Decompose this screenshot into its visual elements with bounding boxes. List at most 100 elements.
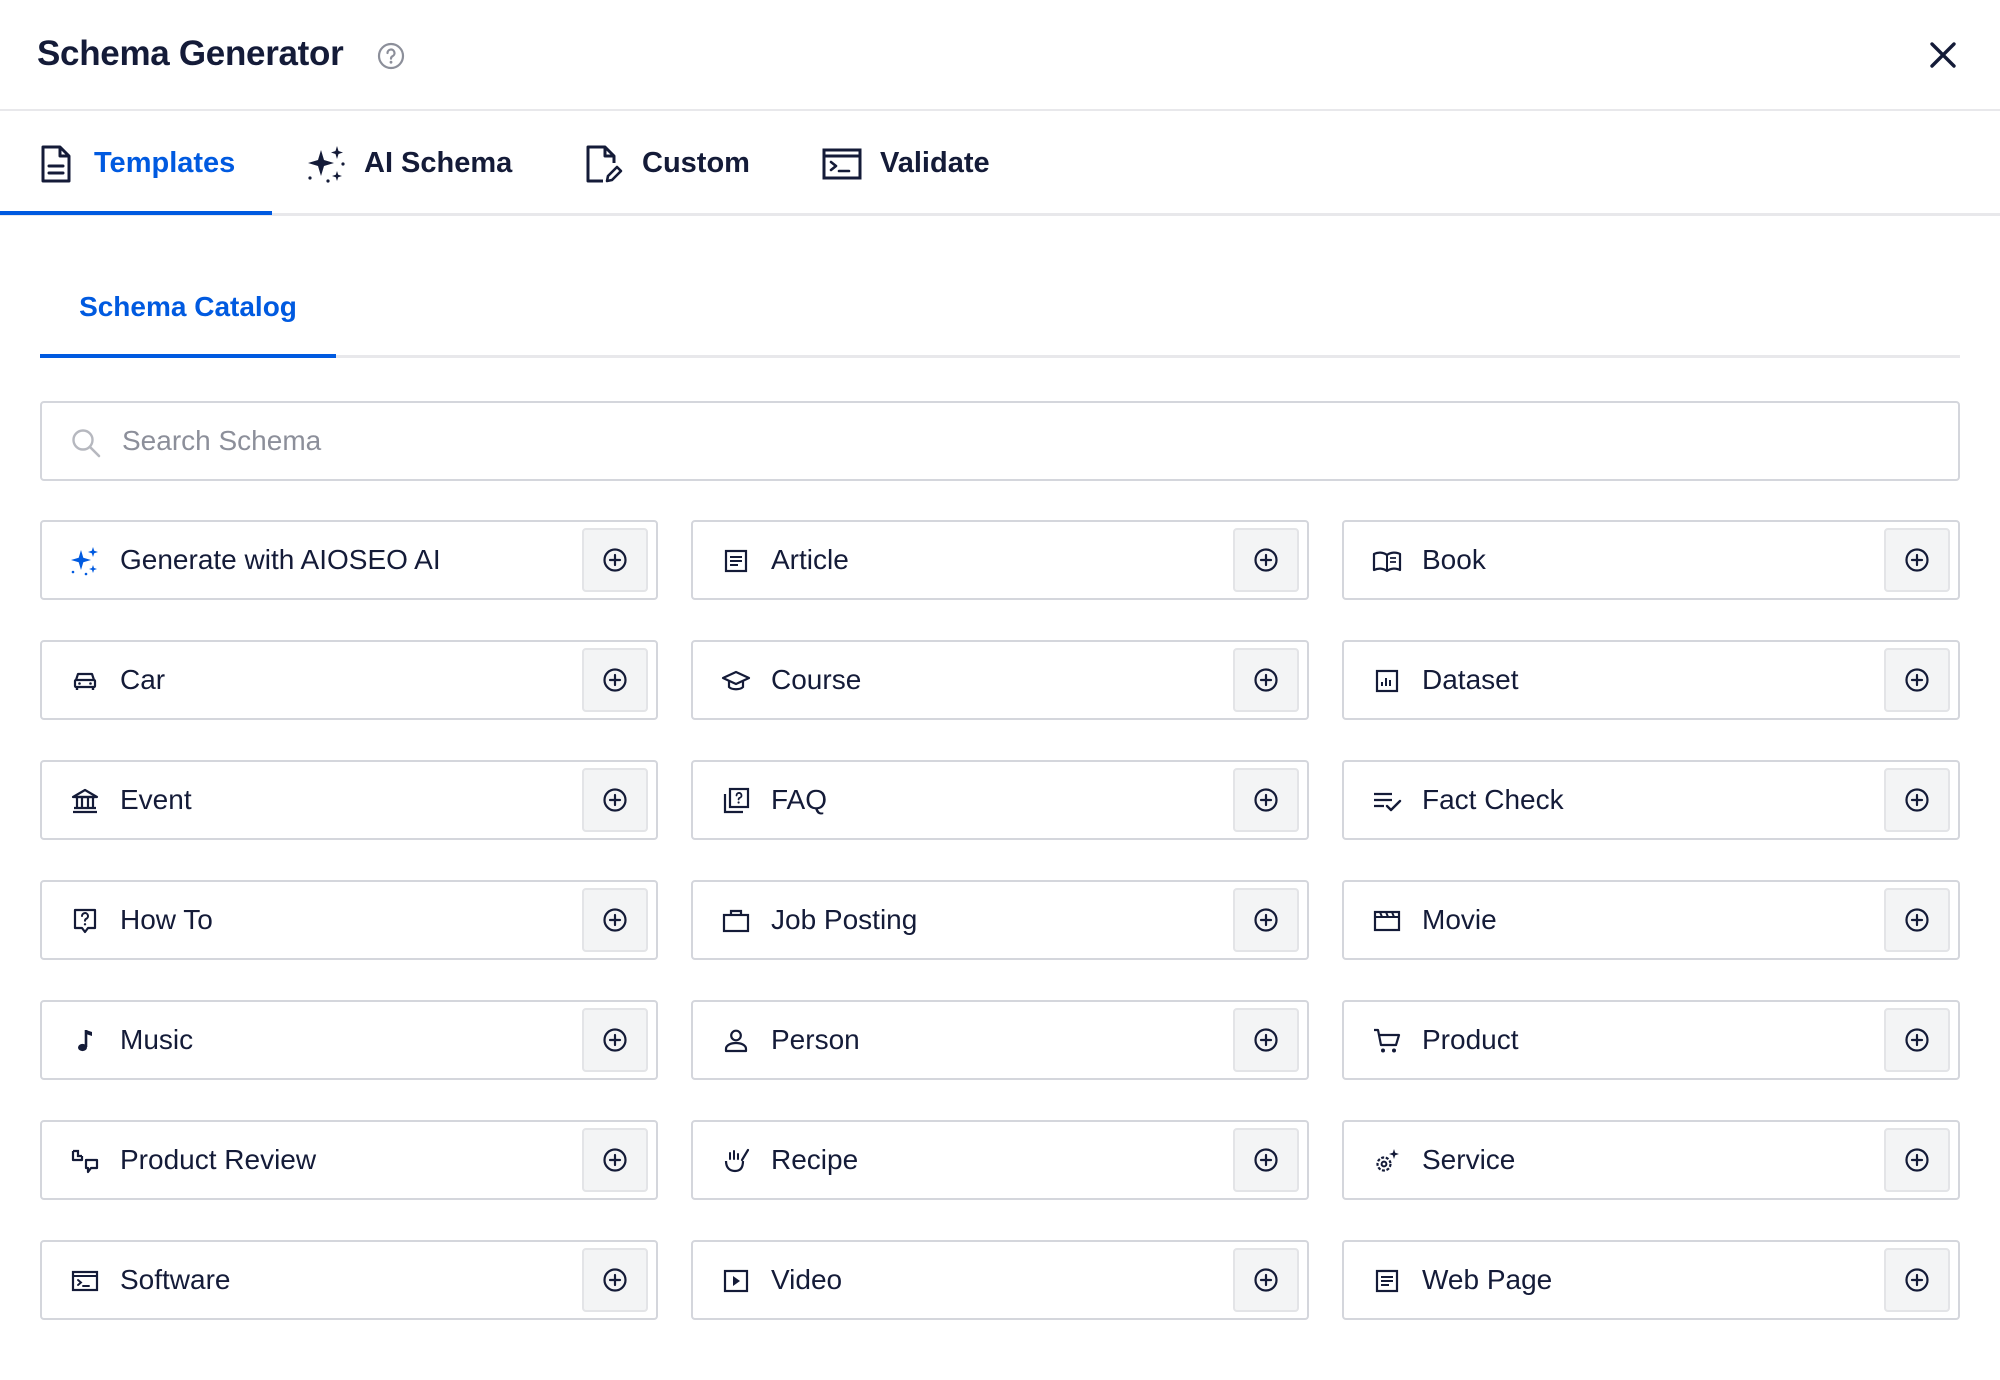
schema-card-service[interactable]: Service [1342,1120,1960,1200]
plus-circle-icon [603,1028,627,1052]
schema-card-generate-ai[interactable]: Generate with AIOSEO AI [40,520,658,600]
schema-label: Fact Check [1422,784,1564,815]
schema-card-product[interactable]: Product [1342,1000,1960,1080]
schema-label: Person [771,1024,860,1055]
plus-circle-icon [1905,1268,1929,1292]
plus-circle-icon [1254,1268,1278,1292]
music-note-icon [70,1026,100,1056]
tab-label: Templates [94,147,236,179]
schema-card-movie[interactable]: Movie [1342,880,1960,960]
add-schema-button[interactable] [582,1248,648,1312]
schema-card-person[interactable]: Person [691,1000,1309,1080]
plus-circle-icon [1905,548,1929,572]
schema-card-job-posting[interactable]: Job Posting [691,880,1309,960]
schema-card-recipe[interactable]: Recipe [691,1120,1309,1200]
close-icon[interactable] [1924,36,1962,74]
subtab-schema-catalog[interactable]: Schema Catalog [40,291,336,351]
modal-header: Schema Generator [0,0,2000,111]
schema-label: Generate with AIOSEO AI [120,544,441,575]
schema-card-music[interactable]: Music [40,1000,658,1080]
help-circle-icon[interactable] [376,41,406,71]
plus-circle-icon [603,908,627,932]
plus-circle-icon [1254,668,1278,692]
schema-card-web-page[interactable]: Web Page [1342,1240,1960,1320]
add-schema-button[interactable] [582,888,648,952]
schema-card-book[interactable]: Book [1342,520,1960,600]
add-schema-button[interactable] [1233,768,1299,832]
tab-ai-schema[interactable]: AI Schema [306,111,512,216]
terminal-icon [822,144,862,184]
plus-circle-icon [1254,1148,1278,1172]
subtab-label: Schema Catalog [79,291,297,322]
tab-label: Custom [642,147,750,179]
schema-label: Book [1422,544,1486,575]
tab-templates[interactable]: Templates [36,111,235,216]
recipe-icon [721,1146,751,1176]
schema-card-video[interactable]: Video [691,1240,1309,1320]
add-schema-button[interactable] [1884,1248,1950,1312]
dataset-icon [1372,666,1402,696]
schema-label: Video [771,1264,843,1295]
document-icon [36,144,76,184]
add-schema-button[interactable] [1884,768,1950,832]
plus-circle-icon [1254,1028,1278,1052]
cart-icon [1372,1026,1402,1056]
add-schema-button[interactable] [1233,528,1299,592]
add-schema-button[interactable] [1233,1128,1299,1192]
plus-circle-icon [603,548,627,572]
add-schema-button[interactable] [1233,648,1299,712]
web-page-icon [1372,1266,1402,1296]
schema-label: How To [120,904,213,935]
schema-card-dataset[interactable]: Dataset [1342,640,1960,720]
schema-card-article[interactable]: Article [691,520,1309,600]
schema-label: Car [120,664,166,695]
plus-circle-icon [1905,1148,1929,1172]
plus-circle-icon [1905,788,1929,812]
schema-label: Product Review [120,1144,317,1175]
article-icon [721,546,751,576]
faq-icon [721,786,751,816]
schema-card-course[interactable]: Course [691,640,1309,720]
add-schema-button[interactable] [1884,1008,1950,1072]
schema-card-faq[interactable]: FAQ [691,760,1309,840]
plus-circle-icon [1905,668,1929,692]
tab-validate[interactable]: Validate [822,111,990,216]
main-tabs: Templates AI Schema Custom Validate [0,111,2000,216]
add-schema-button[interactable] [582,1128,648,1192]
add-schema-button[interactable] [1233,1008,1299,1072]
schema-label: Movie [1422,904,1497,935]
schema-card-how-to[interactable]: How To [40,880,658,960]
car-icon [70,666,100,696]
add-schema-button[interactable] [1233,888,1299,952]
schema-label: Article [771,544,849,575]
subtabs: Schema Catalog [40,216,1960,360]
schema-card-fact-check[interactable]: Fact Check [1342,760,1960,840]
add-schema-button[interactable] [1233,1248,1299,1312]
modal-title: Schema Generator [37,34,344,73]
schema-label: Event [120,784,192,815]
add-schema-button[interactable] [582,1008,648,1072]
add-schema-button[interactable] [1884,1128,1950,1192]
schema-card-event[interactable]: Event [40,760,658,840]
schema-label: Service [1422,1144,1516,1175]
search-box [40,401,1960,481]
briefcase-icon [721,906,751,936]
add-schema-button[interactable] [582,528,648,592]
movie-icon [1372,906,1402,936]
add-schema-button[interactable] [582,768,648,832]
add-schema-button[interactable] [1884,888,1950,952]
tab-custom[interactable]: Custom [584,111,750,216]
schema-card-software[interactable]: Software [40,1240,658,1320]
schema-label: Course [771,664,862,695]
schema-card-product-review[interactable]: Product Review [40,1120,658,1200]
plus-circle-icon [603,668,627,692]
add-schema-button[interactable] [582,648,648,712]
search-input[interactable] [122,403,1942,479]
plus-circle-icon [1905,908,1929,932]
video-icon [721,1266,751,1296]
service-gear-icon [1372,1146,1402,1176]
schema-card-car[interactable]: Car [40,640,658,720]
add-schema-button[interactable] [1884,648,1950,712]
book-icon [1372,546,1402,576]
add-schema-button[interactable] [1884,528,1950,592]
